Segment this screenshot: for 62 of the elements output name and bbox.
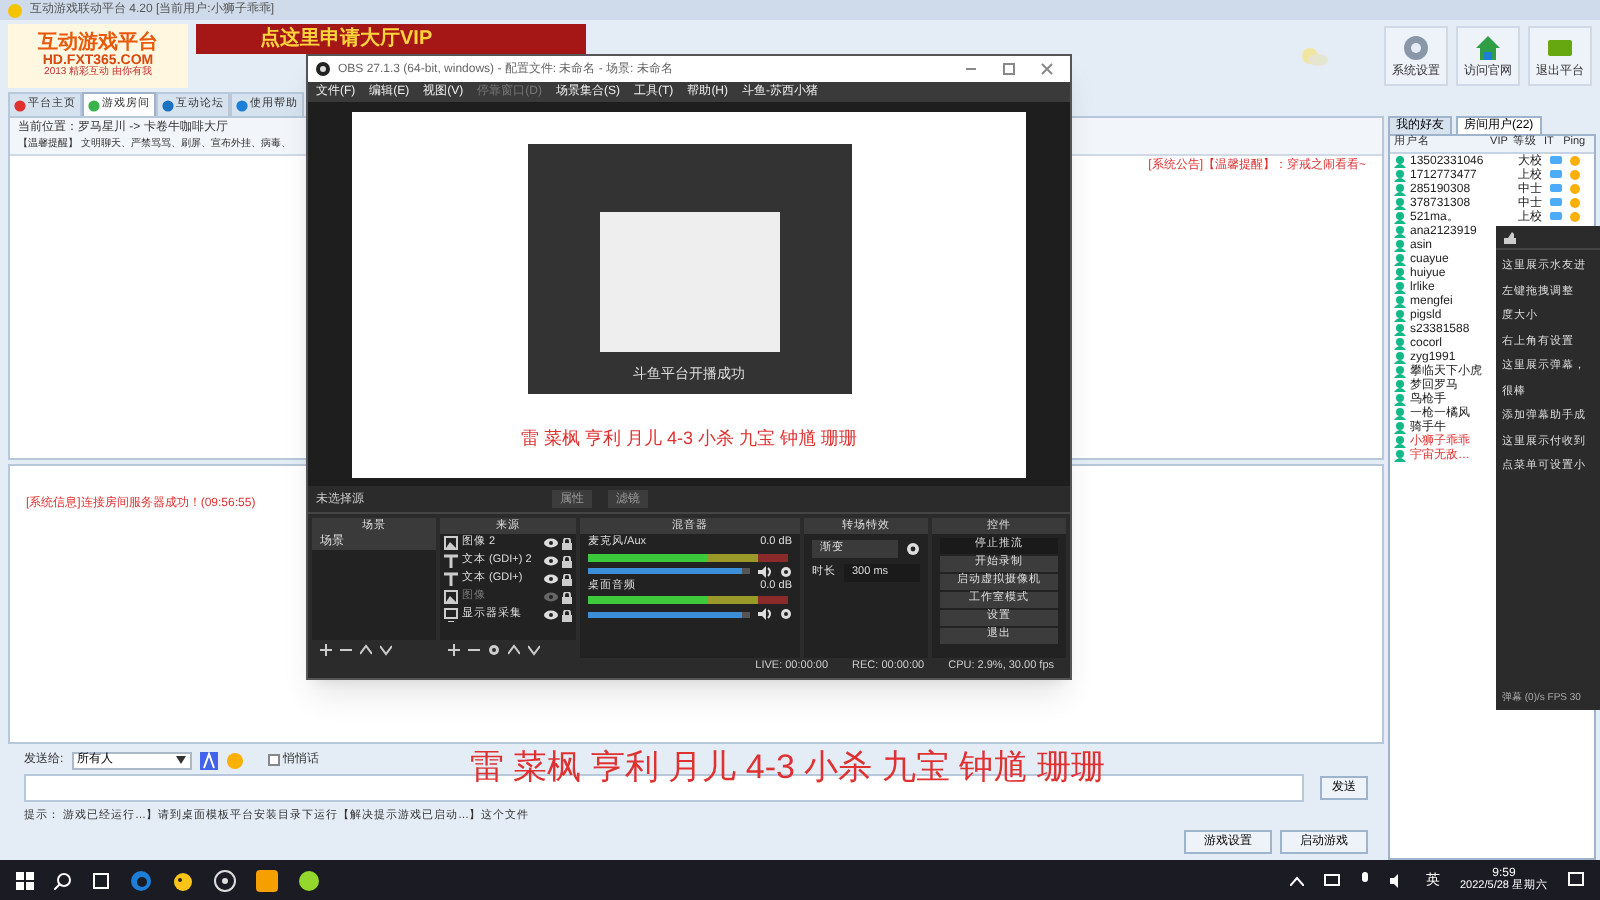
text-icon <box>444 554 458 568</box>
signal-dot-icon <box>1570 212 1580 222</box>
image-icon <box>444 590 458 604</box>
lock-icon <box>562 555 572 567</box>
tray-chevron-icon <box>1290 875 1304 885</box>
obs-app-icon <box>214 869 236 891</box>
logo-text: 互动游戏平台 <box>38 33 158 53</box>
gear-icon <box>780 608 792 620</box>
up-icon <box>360 643 372 655</box>
tab-icon <box>14 99 26 111</box>
lock-icon <box>562 609 572 621</box>
maximize-icon <box>1002 62 1016 76</box>
minus-icon <box>340 643 352 655</box>
text-icon <box>444 572 458 586</box>
chick-icon <box>172 869 194 891</box>
browser-icon <box>130 869 152 891</box>
monitor-icon <box>444 608 458 622</box>
font-icon <box>199 751 218 769</box>
thumbs-up-icon <box>1504 231 1516 243</box>
app-icon <box>8 3 22 17</box>
plus-icon <box>448 643 460 655</box>
down-icon <box>380 643 392 655</box>
volume-slider[interactable] <box>588 568 750 574</box>
network-icon <box>1324 873 1340 887</box>
emoji-icon <box>225 751 244 769</box>
notification-icon <box>1568 872 1584 888</box>
gear-icon <box>1402 33 1430 61</box>
plus-icon <box>320 643 332 655</box>
lock-icon <box>562 591 572 603</box>
windows-logo-icon <box>16 871 34 889</box>
tab-icon <box>162 99 174 111</box>
vip-banner[interactable]: 点这里申请大厅VIP <box>196 24 586 54</box>
tab-icon <box>88 99 100 111</box>
down-icon <box>528 643 540 655</box>
tab-icon <box>236 99 248 111</box>
obs-logo-icon <box>316 62 330 76</box>
minus-icon <box>468 643 480 655</box>
minimize-icon <box>964 62 978 76</box>
speaker-icon <box>758 608 772 620</box>
gear-icon <box>906 542 920 556</box>
speaker-icon <box>758 565 772 577</box>
note-app-icon <box>256 869 278 891</box>
signal-dot-icon <box>1570 156 1580 166</box>
volume-slider[interactable] <box>588 611 750 617</box>
lock-icon <box>562 537 572 549</box>
house-icon <box>1474 33 1502 61</box>
gear-icon <box>780 565 792 577</box>
caret-icon <box>175 756 186 764</box>
stream-caption: 雷 菜枫 亨利 月儿 4-3 小杀 九宝 钟馗 珊珊 <box>470 750 1105 784</box>
lock-icon <box>562 573 572 585</box>
signal-dot-icon <box>1570 184 1580 194</box>
weather-icon <box>1300 43 1328 67</box>
up-icon <box>508 643 520 655</box>
microphone-icon <box>1360 872 1370 888</box>
preview-caption: 雷 菜枫 亨利 月儿 4-3 小杀 九宝 钟馗 珊珊 <box>520 429 857 447</box>
image-icon <box>444 536 458 550</box>
search-icon <box>54 871 72 889</box>
task-view-icon <box>92 871 110 889</box>
signal-dot-icon <box>1570 198 1580 208</box>
signal-dot-icon <box>1570 170 1580 180</box>
close-icon <box>1040 62 1054 76</box>
circle-app-icon <box>298 869 320 891</box>
